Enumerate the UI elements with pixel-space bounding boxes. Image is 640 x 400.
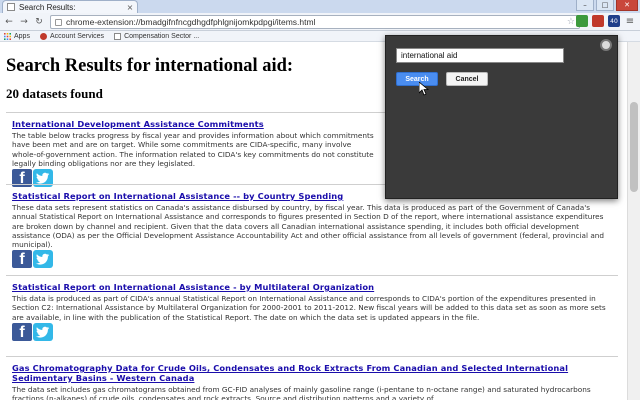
result-item: Gas Chromatography Data for Crude Oils, … bbox=[6, 356, 618, 400]
result-item: Statistical Report on International Assi… bbox=[6, 275, 618, 341]
browser-window: Search Results: × – □ ✕ ← → ↻ chrome-ext… bbox=[0, 0, 640, 400]
mouse-cursor-icon bbox=[419, 82, 429, 96]
results-count: 20 datasets found bbox=[6, 86, 103, 101]
page-icon bbox=[114, 32, 122, 40]
facebook-icon[interactable]: f bbox=[12, 250, 32, 269]
twitter-icon[interactable] bbox=[33, 322, 53, 341]
page-icon bbox=[55, 18, 62, 26]
bookmark-label: Account Services bbox=[49, 32, 105, 40]
search-input[interactable] bbox=[396, 48, 564, 63]
result-title-link[interactable]: Statistical Report on International Assi… bbox=[6, 282, 618, 292]
share-buttons: f bbox=[6, 250, 618, 269]
browser-tab[interactable]: Search Results: × bbox=[2, 0, 138, 13]
extension-icons: 40 ≡ bbox=[576, 15, 636, 27]
bookmark-compensation-sector[interactable]: Compensation Sector ... bbox=[114, 32, 200, 40]
search-button[interactable]: Search bbox=[396, 72, 438, 86]
extension-badge-icon[interactable]: 40 bbox=[608, 15, 620, 27]
bookmark-label: Apps bbox=[14, 32, 30, 40]
window-close-icon[interactable]: ✕ bbox=[616, 0, 638, 11]
tab-title: Search Results: bbox=[19, 2, 76, 12]
scrollbar-thumb[interactable] bbox=[630, 102, 638, 192]
browser-toolbar: ← → ↻ chrome-extension://bmadgifnfncgdhg… bbox=[0, 13, 640, 31]
page-title: Search Results for international aid: bbox=[6, 56, 294, 76]
search-popup: Search Cancel bbox=[385, 35, 618, 199]
result-description: The table below tracks progress by fisca… bbox=[12, 131, 374, 168]
result-description: The data set includes gas chromatograms … bbox=[12, 385, 591, 400]
page-icon bbox=[7, 3, 15, 11]
star-icon[interactable]: ☆ bbox=[567, 17, 575, 27]
tab-strip: Search Results: × – □ ✕ bbox=[0, 0, 640, 13]
settings-icon[interactable] bbox=[600, 39, 612, 51]
forward-icon[interactable]: → bbox=[18, 16, 30, 28]
url-text: chrome-extension://bmadgifnfncgdhgdfphlg… bbox=[66, 17, 316, 27]
share-buttons: f bbox=[6, 322, 618, 341]
bookmark-account-services[interactable]: Account Services bbox=[39, 32, 105, 40]
minimize-icon[interactable]: – bbox=[576, 0, 594, 11]
cancel-button[interactable]: Cancel bbox=[446, 72, 488, 86]
facebook-icon[interactable]: f bbox=[12, 322, 32, 341]
tab-close-icon[interactable]: × bbox=[125, 3, 135, 12]
result-description: These data sets represent statistics on … bbox=[12, 203, 605, 250]
apps-icon bbox=[4, 32, 11, 40]
result-description: This data is produced as part of CIDA's … bbox=[12, 294, 606, 322]
reload-icon[interactable]: ↻ bbox=[33, 16, 45, 28]
maximize-icon[interactable]: □ bbox=[596, 0, 614, 11]
bookmark-apps[interactable]: Apps bbox=[4, 32, 30, 40]
window-controls: – □ ✕ bbox=[576, 0, 638, 12]
extension-icon[interactable] bbox=[576, 15, 588, 27]
menu-icon[interactable]: ≡ bbox=[624, 15, 636, 27]
bookmark-label: Compensation Sector ... bbox=[124, 32, 200, 40]
maple-leaf-icon bbox=[39, 32, 47, 40]
result-title-link[interactable]: Gas Chromatography Data for Crude Oils, … bbox=[6, 363, 618, 383]
address-bar[interactable]: chrome-extension://bmadgifnfncgdhgdfphlg… bbox=[50, 15, 580, 29]
back-icon[interactable]: ← bbox=[3, 16, 15, 28]
twitter-icon[interactable] bbox=[33, 250, 53, 269]
page-scrollbar[interactable] bbox=[627, 42, 640, 400]
extension-icon[interactable] bbox=[592, 15, 604, 27]
